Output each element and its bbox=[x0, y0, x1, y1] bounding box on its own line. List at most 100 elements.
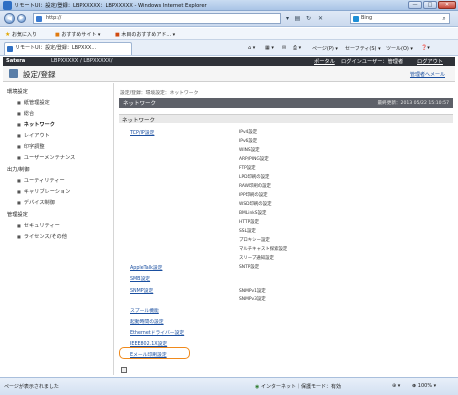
fav-item-recommended[interactable]: ■ おすすめサイト ▾ bbox=[55, 31, 100, 38]
login-user: ログインユーザー：管理者 bbox=[341, 59, 404, 65]
page-header: 設定/登録 管理者へメール bbox=[3, 66, 455, 82]
tcpip-item: RAW印刷の設定 bbox=[239, 184, 271, 189]
page-top-icon[interactable] bbox=[121, 367, 127, 373]
sidebar-item-general[interactable]: ■ 総合 bbox=[17, 110, 34, 117]
tcpip-item: IPP印刷の設定 bbox=[239, 193, 268, 198]
dropdown-arrow-icon[interactable]: ▾ bbox=[283, 14, 292, 23]
portal-link[interactable]: ポータル bbox=[314, 58, 335, 65]
appletalk-settings-link[interactable]: AppleTalk設定 bbox=[130, 264, 162, 271]
tcpip-item: マルチキャスト探索設定 bbox=[239, 247, 288, 252]
mail-to-admin-link[interactable]: 管理者へメール bbox=[410, 71, 445, 78]
device-name: LBPXXXXX / LBPXXXXX/ bbox=[51, 58, 113, 64]
tab-title: リモートUI：設定/登録：LBPXXX... bbox=[15, 45, 97, 51]
tcpip-item: WINS設定 bbox=[239, 148, 260, 153]
favorites-button[interactable]: ★ お気に入り bbox=[5, 31, 37, 38]
zoom-control[interactable]: ⊕ 100% ▾ bbox=[412, 383, 436, 389]
startup-time-link[interactable]: 起動時間の設定 bbox=[130, 318, 164, 325]
sidebar-item-device-control[interactable]: ■ デバイス制御 bbox=[17, 199, 55, 206]
main-content: 設定/登録：環境設定：ネットワーク ネットワーク 最終更新：2013 05/22… bbox=[116, 83, 455, 375]
window-title: リモートUI：設定/登録：LBPXXXXX：LBPXXXXX - Windows… bbox=[14, 3, 207, 9]
help-icon[interactable]: ❓▾ bbox=[421, 45, 430, 51]
tcpip-item: WSD印刷の設定 bbox=[239, 202, 272, 207]
logout-link[interactable]: ログアウト bbox=[417, 58, 443, 65]
address-text: http:// bbox=[46, 15, 62, 21]
snmp-item: SNMPv3設定 bbox=[239, 297, 266, 302]
search-text: Bing bbox=[361, 15, 373, 21]
page-title: 設定/登録 bbox=[23, 70, 56, 79]
zone-dropdown-icon[interactable]: ⊕ ▾ bbox=[392, 383, 400, 389]
sidebar-section-admin: 管理設定 bbox=[7, 212, 28, 218]
tcpip-item: SNTP設定 bbox=[239, 265, 260, 270]
forward-arrow-icon[interactable]: ▶ bbox=[17, 14, 26, 23]
spool-link[interactable]: スプール機能 bbox=[130, 307, 159, 314]
home-icon[interactable]: ⌂ ▾ bbox=[248, 45, 255, 51]
fav-addon-icon: ■ bbox=[115, 32, 120, 38]
address-toolbar: ◀ ▶ http:// ▾ ▤ ↻ ✕ Bing ⌕ bbox=[0, 11, 458, 27]
settings-icon bbox=[9, 69, 18, 78]
tcpip-item: プロキシー設定 bbox=[239, 238, 270, 243]
tcpip-item: IPv4設定 bbox=[239, 130, 258, 135]
tcpip-settings-link[interactable]: TCP/IP設定 bbox=[130, 129, 154, 136]
ie-app-icon bbox=[3, 1, 12, 10]
tcpip-item: HTTP設定 bbox=[239, 220, 260, 225]
smb-settings-link[interactable]: SMB設定 bbox=[130, 275, 150, 282]
print-icon[interactable]: ⎙ ▾ bbox=[293, 45, 301, 51]
tab-favicon-icon bbox=[7, 46, 13, 52]
maximize-button[interactable]: □ bbox=[423, 1, 437, 9]
zoom-icon: ⊕ bbox=[412, 383, 417, 389]
status-text: ページが表示されました bbox=[4, 384, 59, 390]
sidebar-item-calibration[interactable]: ■ キャリブレーション bbox=[17, 188, 70, 195]
sidebar-section-env: 環境設定 bbox=[7, 89, 28, 95]
safety-menu[interactable]: セーフティ(S) ▾ bbox=[345, 45, 381, 52]
close-button[interactable]: ✕ bbox=[438, 1, 456, 9]
compat-view-icon[interactable]: ▤ bbox=[293, 14, 302, 23]
last-updated: 最終更新：2013 05/22 15:10:57 bbox=[377, 101, 449, 106]
favorites-bar: ★ お気に入り ■ おすすめサイト ▾ ■ 木目のおすすめアド... ▾ bbox=[0, 28, 458, 40]
tab-bar: リモートUI：設定/登録：LBPXXX... ⌂ ▾ ▦ ▾ ✉ ⎙ ▾ ページ… bbox=[0, 40, 458, 56]
minimize-button[interactable]: — bbox=[408, 1, 422, 9]
search-input[interactable]: Bing ⌕ bbox=[350, 13, 450, 24]
back-arrow-icon[interactable]: ◀ bbox=[4, 13, 15, 24]
tools-menu[interactable]: ツール(O) ▾ bbox=[386, 45, 413, 52]
sidebar: 環境設定 ■ 紙管理設定 ■ 総合 ■ ネットワーク ■ レイアウト ■ 印字調整 ■ ユー… bbox=[3, 83, 114, 375]
sidebar-item-utility[interactable]: ■ ユーティリティー bbox=[17, 177, 65, 184]
feeds-icon[interactable]: ▦ ▾ bbox=[265, 45, 274, 51]
bing-logo-icon bbox=[353, 16, 359, 22]
fav-item-addon[interactable]: ■ 木目のおすすめアド... ▾ bbox=[115, 31, 175, 38]
highlight-ring bbox=[119, 347, 190, 359]
network-box-header: ネットワーク bbox=[119, 114, 453, 124]
stop-icon[interactable]: ✕ bbox=[316, 14, 325, 23]
sidebar-section-output: 出力/制御 bbox=[7, 167, 30, 173]
address-input[interactable]: http:// bbox=[33, 13, 281, 24]
browser-tab[interactable]: リモートUI：設定/登録：LBPXXX... bbox=[4, 42, 132, 55]
mail-icon[interactable]: ✉ bbox=[282, 45, 286, 51]
sidebar-item-paper[interactable]: ■ 紙管理設定 bbox=[17, 99, 50, 106]
sidebar-item-network[interactable]: ■ ネットワーク bbox=[17, 121, 55, 128]
ethernet-driver-link[interactable]: Ethernetドライバー設定 bbox=[130, 329, 184, 336]
tcpip-item: スリープ通知設定 bbox=[239, 256, 274, 261]
tcpip-item: LPD印刷の設定 bbox=[239, 175, 270, 180]
sidebar-item-user-maintenance[interactable]: ■ ユーザーメンテナンス bbox=[17, 154, 75, 161]
snmp-item: SNMPv1設定 bbox=[239, 289, 266, 294]
sidebar-item-license[interactable]: ■ ライセンス/その他 bbox=[17, 233, 67, 240]
breadcrumb: 設定/登録：環境設定：ネットワーク bbox=[120, 91, 199, 96]
tcpip-item: ARP/PING設定 bbox=[239, 157, 269, 162]
sidebar-item-print-adjust[interactable]: ■ 印字調整 bbox=[17, 143, 45, 150]
search-icon[interactable]: ⌕ bbox=[440, 15, 448, 22]
refresh-icon[interactable]: ↻ bbox=[304, 14, 313, 23]
ieee8021x-link[interactable]: IEEE802.1X設定 bbox=[130, 340, 167, 347]
snmp-settings-link[interactable]: SNMP設定 bbox=[130, 287, 153, 294]
sidebar-item-layout[interactable]: ■ レイアウト bbox=[17, 132, 50, 139]
fav-site-icon: ■ bbox=[55, 32, 60, 38]
network-box-title: ネットワーク bbox=[122, 118, 156, 124]
page-menu[interactable]: ページ(P) ▾ bbox=[312, 45, 338, 52]
security-zone: ◉ インターネット｜保護モード：有効 bbox=[255, 384, 341, 390]
sidebar-item-security[interactable]: ■ セキュリティー bbox=[17, 222, 60, 229]
tcpip-item: FTP設定 bbox=[239, 166, 256, 171]
star-icon: ★ bbox=[5, 31, 11, 38]
globe-icon: ◉ bbox=[255, 384, 260, 390]
brand-label: Satera bbox=[6, 58, 26, 64]
section-title: ネットワーク bbox=[123, 101, 157, 107]
status-bar: ページが表示されました ◉ インターネット｜保護モード：有効 ⊕ ▾ ⊕ 100… bbox=[0, 377, 458, 395]
tcpip-item: BMLinkS設定 bbox=[239, 211, 267, 216]
